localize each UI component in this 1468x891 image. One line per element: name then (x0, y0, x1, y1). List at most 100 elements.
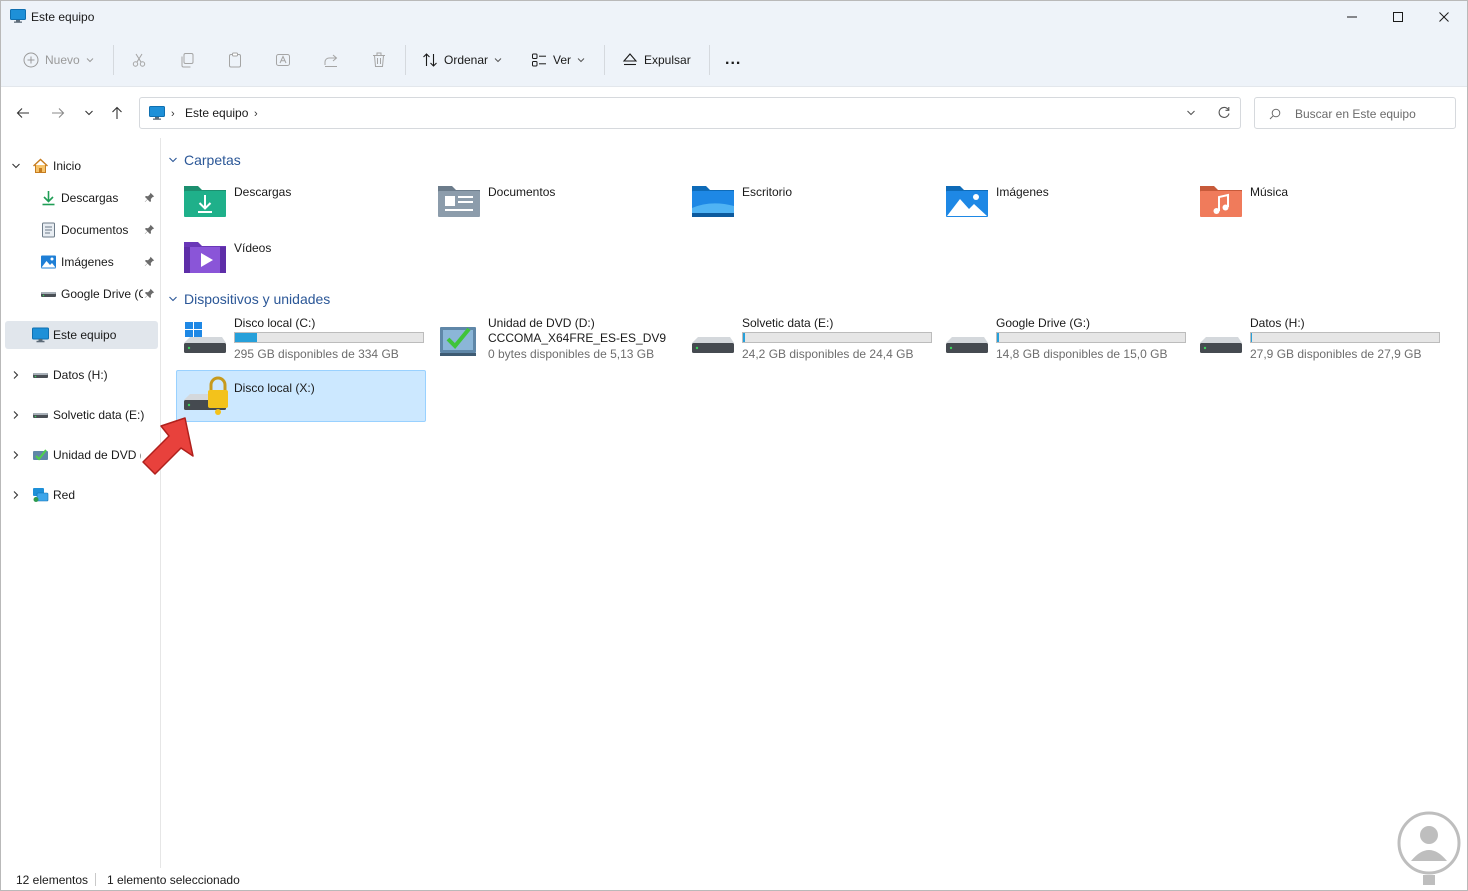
drive-e[interactable]: Solvetic data (E:) 24,2 GB disponibles d… (685, 314, 935, 366)
arrow-up-icon (112, 106, 122, 119)
up-button[interactable] (106, 102, 128, 124)
chevron-right-icon[interactable] (11, 370, 21, 380)
pin-icon[interactable] (144, 224, 155, 235)
drive-usage-fill (235, 333, 257, 342)
sidebar-item-datos-h[interactable]: Datos (H:) (5, 361, 158, 389)
chevron-right-icon[interactable] (11, 450, 21, 460)
sort-arrows-icon (423, 53, 437, 67)
window-title: Este equipo (31, 10, 95, 24)
chevron-down-icon (494, 58, 502, 63)
pc-monitor-icon (149, 106, 165, 120)
drive-free-space: 27,9 GB disponibles de 27,9 GB (1250, 347, 1422, 361)
pin-icon[interactable] (144, 288, 155, 299)
drive-volume-label: CCCOMA_X64FRE_ES-ES_DV9 (488, 331, 667, 345)
folder-imagenes[interactable]: Imágenes (939, 175, 1189, 227)
item-count: 12 elementos (16, 873, 89, 887)
paste-button[interactable] (227, 46, 243, 74)
delete-button[interactable] (371, 46, 387, 74)
share-button[interactable] (323, 46, 339, 74)
more-options-icon: ... (725, 51, 742, 68)
minimize-button[interactable] (1329, 1, 1375, 33)
drive-x-locked[interactable]: Disco local (X:) (176, 370, 426, 422)
sidebar-item-descargas[interactable]: Descargas (5, 184, 158, 212)
status-bar: 12 elementos 1 elemento seleccionado (1, 868, 1467, 890)
forward-button[interactable] (47, 102, 69, 124)
folder-escritorio[interactable]: Escritorio (685, 175, 935, 227)
new-button[interactable]: Nuevo (23, 46, 94, 74)
drive-usage-bar (996, 332, 1186, 343)
folder-name: Vídeos (234, 241, 272, 255)
chevron-down-icon[interactable] (11, 161, 21, 171)
drive-h[interactable]: Datos (H:) 27,9 GB disponibles de 27,9 G… (1193, 314, 1443, 366)
recent-locations-button[interactable] (78, 102, 100, 124)
drive-name: Unidad de DVD (D:) (488, 316, 595, 330)
folder-documentos[interactable]: Documentos (431, 175, 681, 227)
sidebar-item-unidad-dvd[interactable]: Unidad de DVD (D:) (5, 441, 158, 469)
drive-d-dvd[interactable]: Unidad de DVD (D:) CCCOMA_X64FRE_ES-ES_D… (431, 314, 681, 366)
folder-descargas[interactable]: Descargas (177, 175, 427, 227)
selection-count: 1 elemento seleccionado (107, 873, 240, 887)
address-history-chevron-icon[interactable] (1185, 107, 1197, 119)
drive-usage-fill (1251, 333, 1252, 342)
group-header-label: Carpetas (184, 152, 241, 168)
pin-icon[interactable] (144, 256, 155, 267)
title-bar[interactable]: Este equipo (1, 1, 1467, 33)
sort-button[interactable]: Ordenar (422, 46, 502, 74)
group-header-label: Dispositivos y unidades (184, 291, 331, 307)
folder-name: Escritorio (742, 185, 793, 199)
sidebar-item-label: Este equipo (53, 328, 117, 342)
drive-icon (946, 337, 988, 353)
rename-icon (276, 54, 290, 66)
refresh-icon[interactable] (1217, 106, 1231, 120)
drive-name: Disco local (C:) (234, 316, 316, 330)
close-button[interactable] (1421, 1, 1467, 33)
folders-group-header[interactable]: Carpetas (168, 152, 241, 168)
scissors-icon (132, 53, 146, 67)
folder-musica[interactable]: Música (1193, 175, 1443, 227)
chevron-right-icon[interactable] (11, 490, 21, 500)
sidebar-item-documentos[interactable]: Documentos (5, 216, 158, 244)
folder-name: Descargas (234, 185, 292, 199)
drive-g[interactable]: Google Drive (G:) 14,8 GB disponibles de… (939, 314, 1189, 366)
sidebar-item-google-drive[interactable]: Google Drive (G (5, 280, 158, 308)
drive-usage-bar (1250, 332, 1440, 343)
copy-button[interactable] (179, 46, 195, 74)
sidebar-item-red[interactable]: Red (5, 481, 158, 509)
sidebar-item-inicio[interactable]: Inicio (5, 152, 158, 180)
plus-circle-icon (23, 52, 39, 68)
folder-videos[interactable]: Vídeos (177, 231, 427, 283)
rename-button[interactable] (275, 46, 291, 74)
chevron-down-icon (85, 110, 93, 116)
chevron-right-icon[interactable] (11, 410, 21, 420)
drive-free-space: 14,8 GB disponibles de 15,0 GB (996, 347, 1168, 361)
sidebar-item-imagenes[interactable]: Imágenes (5, 248, 158, 276)
pin-icon[interactable] (144, 192, 155, 203)
music-folder-icon (1200, 186, 1242, 217)
cut-button[interactable] (131, 46, 147, 74)
sidebar-item-este-equipo[interactable]: Este equipo (5, 321, 158, 349)
breadcrumb-chevron-icon[interactable]: › (171, 108, 175, 120)
drive-free-space: 295 GB disponibles de 334 GB (234, 347, 399, 361)
search-box[interactable] (1254, 97, 1456, 129)
address-bar[interactable]: › Este equipo › (139, 97, 1241, 129)
eject-button[interactable]: Expulsar (622, 46, 691, 74)
pc-monitor-icon (32, 327, 49, 343)
drive-c[interactable]: Disco local (C:) 295 GB disponibles de 3… (177, 314, 427, 366)
folder-name: Imágenes (996, 185, 1049, 199)
downloads-folder-icon (184, 186, 226, 217)
chevron-down-icon (169, 157, 177, 163)
drive-name: Disco local (X:) (234, 381, 315, 395)
drive-icon (33, 373, 48, 378)
sidebar-item-solvetic-data[interactable]: Solvetic data (E:) (5, 401, 158, 429)
devices-group-header[interactable]: Dispositivos y unidades (168, 291, 330, 307)
breadcrumb-chevron-icon[interactable]: › (254, 108, 258, 120)
chevron-down-icon (86, 58, 94, 63)
search-input[interactable] (1295, 105, 1445, 123)
back-button[interactable] (12, 102, 34, 124)
view-button[interactable]: Ver (531, 46, 585, 74)
status-separator (95, 873, 96, 886)
maximize-button[interactable] (1375, 1, 1421, 33)
breadcrumb-este-equipo[interactable]: Este equipo (185, 106, 248, 120)
eject-label: Expulsar (644, 53, 691, 67)
more-options-button[interactable]: ... (725, 46, 741, 74)
